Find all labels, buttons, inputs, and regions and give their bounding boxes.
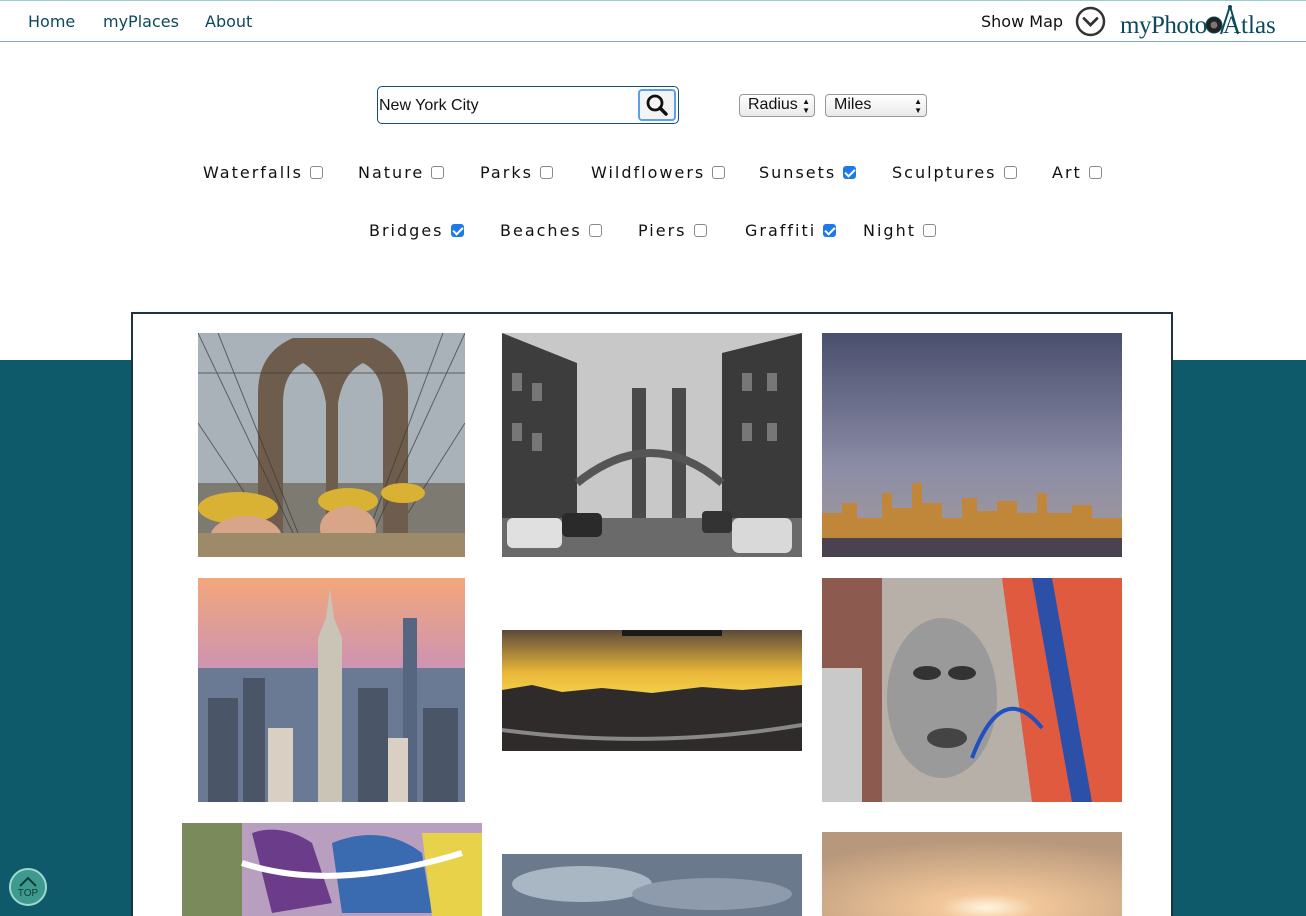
category-beaches: Beaches — [500, 221, 602, 240]
category-wildflowers: Wildflowers — [591, 163, 726, 182]
select-arrows-icon: ▲ ▼ — [914, 97, 922, 115]
category-label: Sculptures — [892, 163, 997, 182]
photo-sunset-haze[interactable] — [822, 832, 1122, 916]
photo-graffiti-wall[interactable] — [182, 823, 482, 916]
category-checkbox-night[interactable] — [922, 224, 936, 237]
photo-brooklyn-bridge[interactable] — [198, 333, 465, 557]
category-bridges: Bridges — [369, 221, 464, 240]
units-select-value: Miles — [834, 96, 872, 113]
search-button[interactable] — [638, 89, 676, 121]
svg-text:Atlas: Atlas — [1223, 12, 1276, 39]
category-sunsets: Sunsets — [759, 163, 857, 182]
category-waterfalls: Waterfalls — [203, 163, 323, 182]
category-checkbox-sunsets[interactable] — [843, 166, 857, 179]
category-label: Graffiti — [745, 221, 817, 240]
back-to-top-label: TOP — [17, 888, 39, 899]
category-label: Beaches — [500, 221, 582, 240]
myphotoatlas-logo[interactable]: myPhoto Atlas — [1120, 4, 1285, 40]
category-label: Wildflowers — [591, 163, 706, 182]
select-arrows-icon: ▲ ▼ — [802, 97, 810, 115]
radius-select[interactable]: Radius ▲ ▼ — [739, 94, 815, 117]
category-label: Nature — [358, 163, 425, 182]
category-art: Art — [1052, 163, 1102, 182]
search-box — [377, 86, 679, 124]
category-checkbox-nature[interactable] — [431, 166, 445, 179]
category-checkbox-art[interactable] — [1088, 166, 1102, 179]
category-sculptures: Sculptures — [892, 163, 1017, 182]
units-select[interactable]: Miles ▲ ▼ — [825, 94, 927, 117]
radius-select-value: Radius — [748, 96, 798, 113]
category-checkbox-parks[interactable] — [539, 166, 553, 179]
top-navigation: Home myPlaces About Show Map myPhoto Atl… — [0, 0, 1306, 42]
back-to-top-button[interactable]: TOP — [9, 868, 47, 906]
category-checkbox-sculptures[interactable] — [1003, 166, 1017, 179]
search-icon — [646, 94, 668, 116]
photo-panorama-sunset[interactable] — [502, 630, 802, 751]
show-map-link[interactable]: Show Map — [981, 12, 1063, 31]
category-graffiti: Graffiti — [745, 221, 837, 240]
category-label: Bridges — [369, 221, 444, 240]
category-label: Night — [863, 221, 916, 240]
svg-text:myPhoto: myPhoto — [1120, 12, 1207, 39]
category-label: Piers — [638, 221, 687, 240]
category-parks: Parks — [480, 163, 553, 182]
photo-graffiti-face[interactable] — [822, 578, 1122, 802]
photo-skyline-sunset[interactable] — [822, 333, 1122, 557]
chevron-down-icon[interactable] — [1075, 6, 1106, 37]
category-label: Art — [1052, 163, 1082, 182]
category-checkbox-bridges[interactable] — [450, 224, 464, 237]
category-piers: Piers — [638, 221, 707, 240]
category-checkbox-wildflowers[interactable] — [712, 166, 726, 179]
category-label: Parks — [480, 163, 533, 182]
category-label: Waterfalls — [203, 163, 303, 182]
search-input[interactable] — [379, 95, 634, 117]
category-checkbox-graffiti[interactable] — [823, 224, 837, 237]
photo-manhattan-bridge[interactable] — [502, 333, 802, 557]
photo-empire-state[interactable] — [198, 578, 465, 802]
category-checkbox-beaches[interactable] — [588, 224, 602, 237]
nav-myplaces-link[interactable]: myPlaces — [103, 12, 179, 31]
category-checkbox-piers[interactable] — [693, 224, 707, 237]
category-checkbox-waterfalls[interactable] — [309, 166, 323, 179]
category-nature: Nature — [358, 163, 445, 182]
nav-home-link[interactable]: Home — [28, 12, 75, 31]
photo-cloudy-sky[interactable] — [502, 854, 802, 916]
category-label: Sunsets — [759, 163, 837, 182]
category-night: Night — [863, 221, 936, 240]
nav-about-link[interactable]: About — [205, 12, 252, 31]
